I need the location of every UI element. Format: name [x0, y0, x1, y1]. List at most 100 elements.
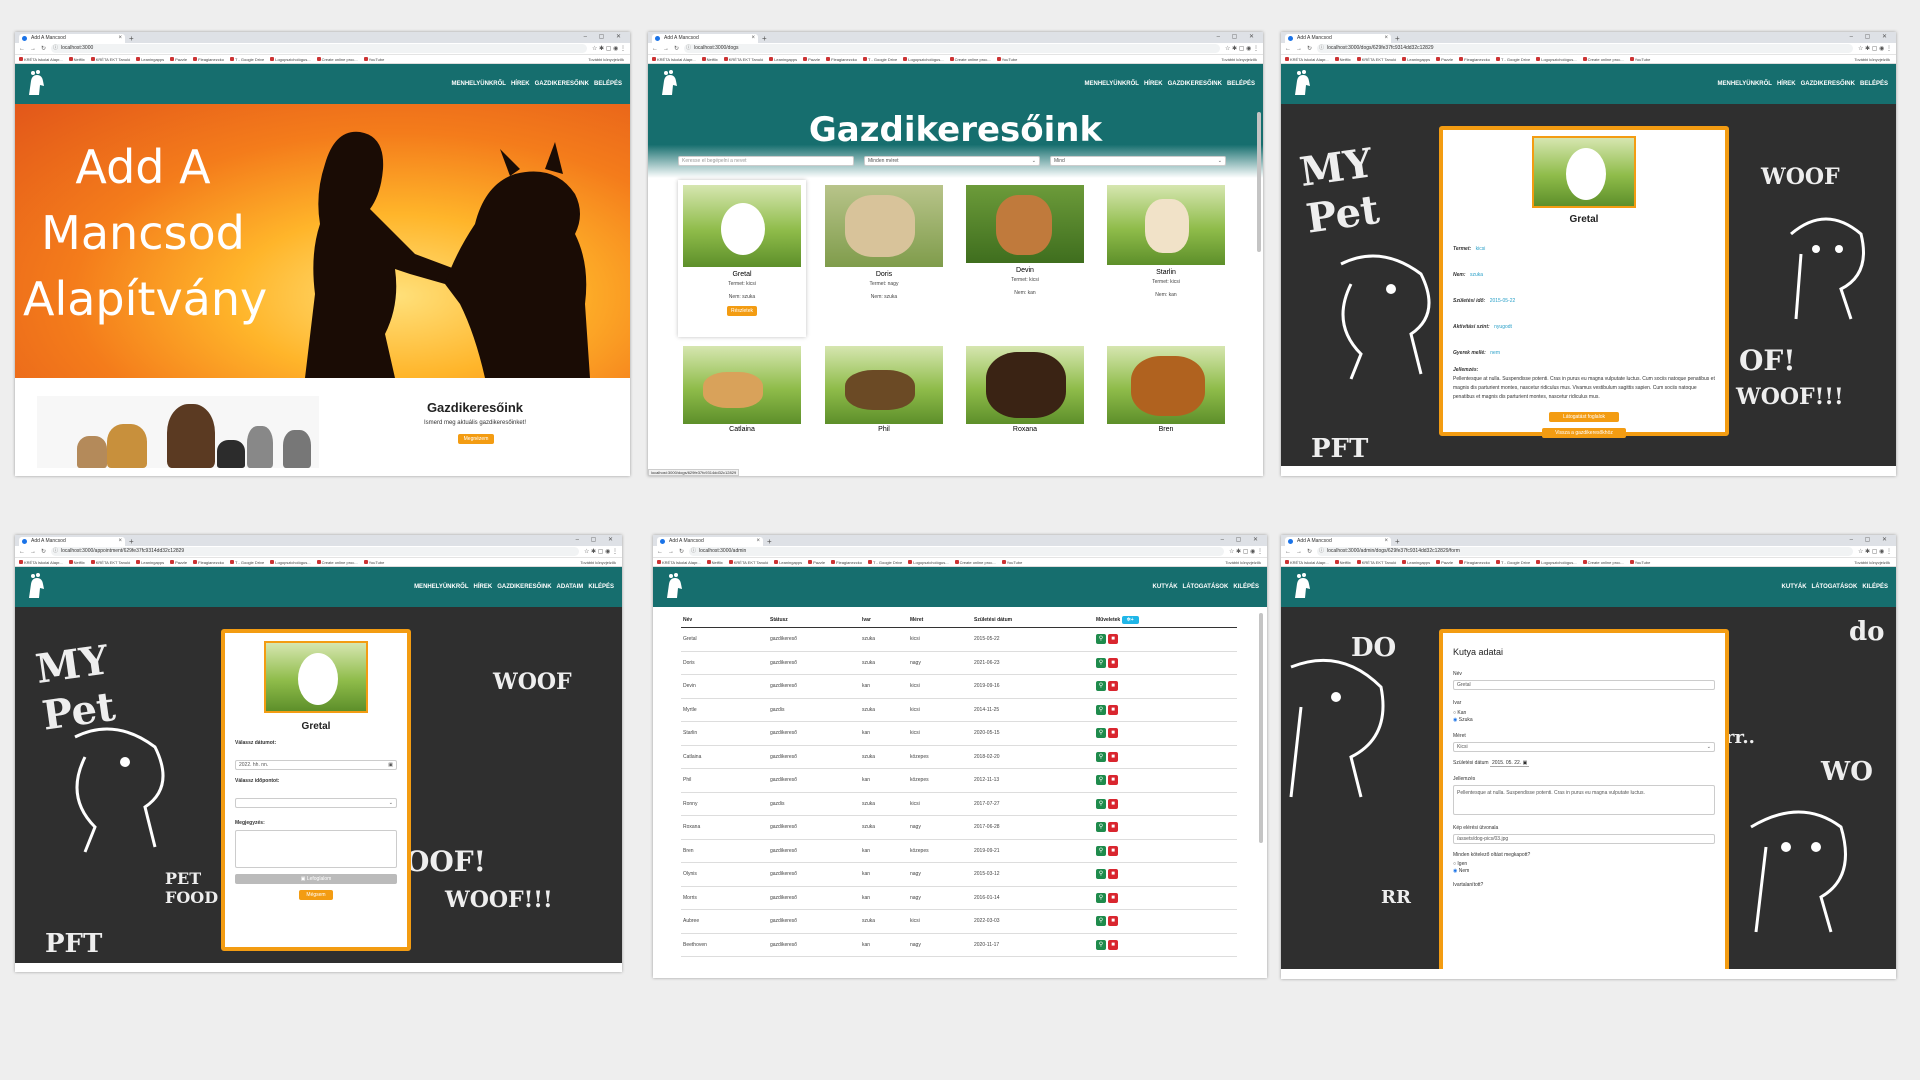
window-controls[interactable]: – ▢ ✕ [584, 33, 626, 40]
nav-link[interactable]: GAZDIKERESŐINK [1168, 81, 1222, 87]
bookmark[interactable]: YouTube [996, 57, 1017, 62]
url-field[interactable]: localhost:3000 [51, 44, 588, 53]
bookmark[interactable]: Leaningapps [136, 560, 164, 565]
bookmark[interactable]: YouTube [1001, 560, 1022, 565]
bookmark[interactable]: T - Google Drive [229, 560, 264, 565]
bookmark[interactable]: KRÉTA Iskolai Alapr... [19, 560, 63, 565]
nav-link[interactable]: LÁTOGATÁSOK [1812, 584, 1858, 590]
forward-icon[interactable]: → [663, 46, 669, 52]
column-header[interactable]: Születési dátum [972, 613, 1094, 628]
gender-filter-select[interactable]: Mind ⌄ [1050, 156, 1226, 166]
bookmark[interactable]: T - Google Drive [867, 560, 902, 565]
browser-tab[interactable]: Add A Mancsod × [652, 34, 758, 43]
bookmark[interactable]: YouTube [1629, 560, 1650, 565]
other-bookmarks[interactable]: További könyvjelzők [1225, 560, 1267, 565]
url-field[interactable]: localhost:3000/dogs/629fe37fc9314dd32c12… [1317, 44, 1854, 53]
bookmark[interactable]: Create online proc... [316, 57, 358, 62]
delete-trash-icon[interactable]: ■ [1108, 916, 1118, 927]
nav-link[interactable]: BELÉPÉS [1227, 81, 1255, 87]
paw-logo-icon[interactable] [23, 69, 49, 99]
book-visit-button[interactable]: Látogatást foglalok [1549, 412, 1619, 422]
bookmark[interactable]: Leaningapps [1402, 57, 1430, 62]
bookmark[interactable]: Leaningapps [136, 57, 164, 62]
extensions[interactable]: ☆ ✱ ▢ ◉ ⋮ [1229, 548, 1263, 555]
view-search-icon[interactable]: ⚲ [1096, 657, 1106, 668]
note-textarea[interactable] [235, 830, 397, 868]
back-icon[interactable]: ← [1285, 46, 1291, 52]
nav-link[interactable]: KILÉPÉS [588, 584, 614, 590]
reload-icon[interactable]: ↻ [41, 45, 46, 52]
delete-trash-icon[interactable]: ■ [1108, 798, 1118, 809]
bookmark[interactable]: KRÉTA Iskolai Alapr... [1285, 560, 1329, 565]
size-select[interactable]: Kicsi ⌄ [1453, 742, 1715, 752]
dog-card[interactable]: Gretal Termet: kicsi Nem: szuka Részlete… [678, 180, 806, 337]
bookmark[interactable]: Logopszichológus... [1536, 560, 1577, 565]
view-search-icon[interactable]: ⚲ [1096, 939, 1106, 950]
time-select[interactable]: ⌄ [235, 798, 397, 808]
nav-link[interactable]: MENHELYÜNKRŐL [1085, 81, 1139, 87]
other-bookmarks[interactable]: További könyvjelzők [1854, 560, 1896, 565]
bookmark[interactable]: YouTube [1629, 57, 1650, 62]
bookmark[interactable]: KRÉTA EKT Tanuló [728, 560, 768, 565]
nav-link[interactable]: MENHELYÜNKRŐL [414, 584, 468, 590]
bookmark[interactable]: Create online proc... [1582, 57, 1624, 62]
url-field[interactable]: localhost:3000/appointment/629fe37fc9314… [51, 547, 580, 556]
bookmark[interactable]: Fleagianezcko [826, 57, 857, 62]
delete-trash-icon[interactable]: ■ [1108, 751, 1118, 762]
nav-link[interactable]: GAZDIKERESŐINK [535, 81, 589, 87]
dog-card[interactable]: Bren [1102, 346, 1230, 433]
bookmark[interactable]: Pazzle [803, 57, 820, 62]
nav-link[interactable]: GAZDIKERESŐINK [1801, 81, 1855, 87]
reload-icon[interactable]: ↻ [674, 45, 679, 52]
dog-card[interactable]: Phil [820, 346, 948, 433]
delete-trash-icon[interactable]: ■ [1108, 939, 1118, 950]
bookmark[interactable]: Logopszichológus... [908, 560, 949, 565]
book-button[interactable]: ▣ Lefoglalom [235, 874, 397, 884]
nav-link[interactable]: HÍREK [474, 584, 493, 590]
view-search-icon[interactable]: ⚲ [1096, 869, 1106, 880]
window-controls[interactable]: – ▢ ✕ [576, 536, 618, 543]
bookmark[interactable]: KRÉTA EKT Tanuló [723, 57, 763, 62]
back-icon[interactable]: ← [19, 46, 25, 52]
delete-trash-icon[interactable]: ■ [1108, 657, 1118, 668]
paw-logo-icon[interactable] [1289, 69, 1315, 99]
nav-link[interactable]: HÍREK [1777, 81, 1796, 87]
browser-tab[interactable]: Add A Mancsod × [19, 34, 125, 43]
browser-tab[interactable]: Add A Mancsod × [1285, 537, 1391, 546]
search-input[interactable]: Keresse el begépelni a nevet [678, 156, 854, 166]
calendar-icon[interactable]: ▣ [388, 761, 393, 770]
nav-link[interactable]: BELÉPÉS [594, 81, 622, 87]
forward-icon[interactable]: → [1296, 46, 1302, 52]
delete-trash-icon[interactable]: ■ [1108, 681, 1118, 692]
desc-textarea[interactable]: Pellentesque at nulla. Suspendisse poten… [1453, 785, 1715, 815]
bookmark[interactable]: KRÉTA Iskolai Alapr... [652, 57, 696, 62]
paw-logo-icon[interactable] [661, 572, 687, 602]
delete-trash-icon[interactable]: ■ [1108, 892, 1118, 903]
bookmark[interactable]: Leaningapps [1402, 560, 1430, 565]
bookmark[interactable]: Fleagianezcko [831, 560, 862, 565]
reload-icon[interactable]: ↻ [1307, 45, 1312, 52]
bookmark[interactable]: Create online proc... [949, 57, 991, 62]
birth-date-input[interactable]: 2015. 05. 22. ▣ [1489, 760, 1530, 767]
new-tab-icon[interactable]: + [129, 537, 134, 546]
column-header[interactable]: Státusz [768, 613, 860, 628]
forward-icon[interactable]: → [1296, 549, 1302, 555]
dog-card[interactable]: Catlaina [678, 346, 806, 433]
column-header[interactable]: Név [681, 613, 768, 628]
paw-logo-icon[interactable] [656, 69, 682, 99]
calendar-icon[interactable]: ▣ [1523, 760, 1528, 766]
name-input[interactable]: Gretal [1453, 680, 1715, 690]
extensions[interactable]: ☆ ✱ ▢ ◉ ⋮ [1858, 45, 1892, 52]
bookmark[interactable]: KRÉTA EKT Tanuló [90, 57, 130, 62]
gender-radio-szuka[interactable]: ◉ Szuka [1453, 717, 1715, 723]
bookmark[interactable]: Logopszichológus... [1536, 57, 1577, 62]
reload-icon[interactable]: ↻ [41, 548, 46, 555]
close-tab-icon[interactable]: × [751, 34, 755, 43]
vaccination-radio-no[interactable]: ◉ Nem [1453, 868, 1715, 874]
new-tab-icon[interactable]: + [762, 34, 767, 43]
scrollbar[interactable] [1259, 613, 1263, 843]
nav-link[interactable]: KILÉPÉS [1862, 584, 1888, 590]
bookmark[interactable]: Leaningapps [769, 57, 797, 62]
extensions[interactable]: ☆ ✱ ▢ ◉ ⋮ [1225, 45, 1259, 52]
bookmark[interactable]: Create online proc... [954, 560, 996, 565]
